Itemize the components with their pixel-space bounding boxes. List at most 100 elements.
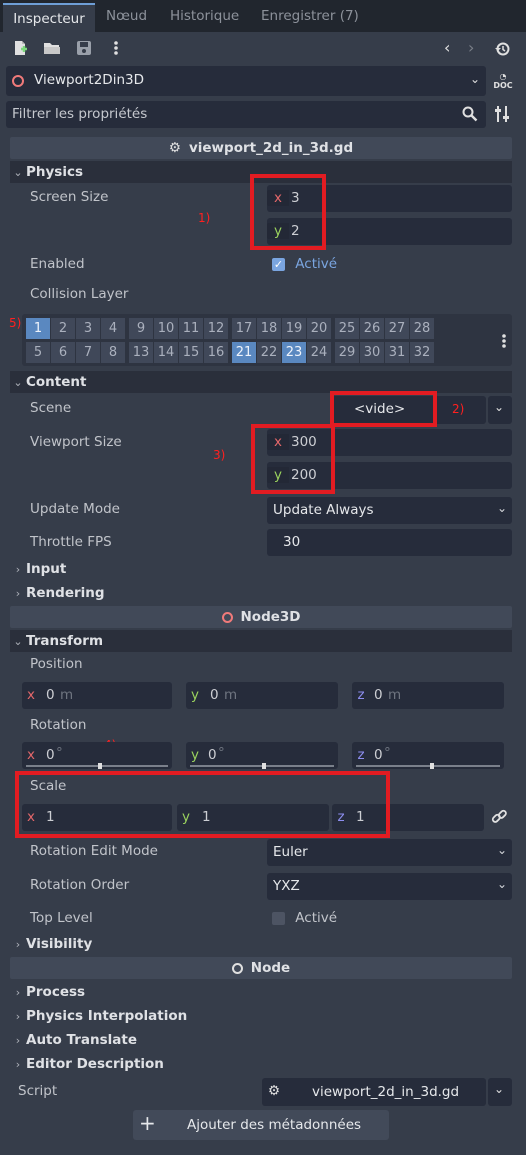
layer-cell-15[interactable]: 15: [179, 342, 203, 363]
layer-cell-2[interactable]: 2: [51, 318, 75, 339]
top-level-checkbox[interactable]: Activé: [272, 910, 337, 926]
history-forward-icon[interactable]: ›: [468, 38, 474, 57]
layer-cell-22[interactable]: 22: [257, 342, 281, 363]
collision-layer-label: Collision Layer: [30, 286, 129, 302]
slider-grabber[interactable]: [98, 763, 102, 769]
position-x-unit: m: [60, 687, 74, 703]
open-docs-icon[interactable]: ◔ DOC: [493, 72, 513, 92]
layer-cell-4[interactable]: 4: [101, 318, 125, 339]
enabled-checkbox[interactable]: ✓ Activé: [272, 256, 337, 272]
layer-cell-26[interactable]: 26: [360, 318, 384, 339]
layer-cell-31[interactable]: 31: [385, 342, 409, 363]
position-y-field[interactable]: y 0 m: [186, 682, 338, 709]
script-section-header: ⚙ viewport_2d_in_3d.gd: [10, 137, 512, 159]
filter-properties-input[interactable]: Filtrer les propriétés: [6, 101, 486, 128]
layer-cell-27[interactable]: 27: [385, 318, 409, 339]
layer-cell-13[interactable]: 13: [129, 342, 153, 363]
rotation-order-select[interactable]: YXZ ⌄: [267, 873, 512, 900]
open-folder-icon[interactable]: [43, 40, 61, 56]
annotation-1: 1): [198, 211, 211, 225]
rotation-label: Rotation: [30, 717, 87, 733]
throttle-fps-field[interactable]: 30: [267, 529, 512, 556]
position-z-value: 0: [374, 687, 383, 703]
rotation-z-slider[interactable]: [356, 763, 500, 769]
group-visibility[interactable]: › Visibility: [10, 933, 512, 955]
group-physics-title: Physics: [26, 164, 84, 180]
slider-grabber[interactable]: [430, 763, 434, 769]
group-editor-description[interactable]: › Editor Description: [10, 1053, 512, 1075]
script-label: Script: [18, 1083, 58, 1099]
highlight-box-1: [250, 174, 326, 250]
history-back-icon[interactable]: ‹: [444, 38, 450, 57]
tab-inspector[interactable]: Inspecteur: [3, 3, 95, 32]
layer-cell-3[interactable]: 3: [76, 318, 100, 339]
add-metadata-button[interactable]: + Ajouter des métadonnées: [133, 1110, 389, 1140]
layer-cell-5[interactable]: 5: [26, 342, 50, 363]
layer-cell-23[interactable]: 23: [282, 342, 306, 363]
update-mode-select[interactable]: Update Always ⌄: [267, 497, 512, 524]
layer-cell-30[interactable]: 30: [360, 342, 384, 363]
rotation-edit-mode-select[interactable]: Euler ⌄: [267, 839, 512, 866]
rotation-x-field[interactable]: x 0 °: [22, 742, 172, 769]
script-header-title: viewport_2d_in_3d.gd: [188, 140, 354, 156]
layer-cell-21[interactable]: 21: [232, 342, 256, 363]
save-icon[interactable]: [76, 40, 92, 56]
new-resource-icon[interactable]: [12, 40, 28, 56]
script-field[interactable]: ⚙ viewport_2d_in_3d.gd: [262, 1078, 486, 1106]
chevron-down-icon: ⌄: [496, 877, 508, 891]
layer-cell-32[interactable]: 32: [410, 342, 434, 363]
more-menu-icon[interactable]: [500, 333, 508, 349]
layer-cell-16[interactable]: 16: [204, 342, 228, 363]
layer-cell-12[interactable]: 12: [204, 318, 228, 339]
layer-cell-6[interactable]: 6: [51, 342, 75, 363]
enabled-value: Activé: [295, 256, 338, 272]
rotation-z-field[interactable]: z 0 °: [352, 742, 504, 769]
object-history-icon[interactable]: [495, 41, 511, 57]
plus-icon: +: [139, 1111, 156, 1135]
node-selector[interactable]: Viewport2Din3D ⌄: [6, 66, 486, 96]
rotation-x-slider[interactable]: [26, 763, 168, 769]
rotation-edit-mode-value: Euler: [273, 844, 308, 860]
layer-cell-20[interactable]: 20: [307, 318, 331, 339]
layer-cell-7[interactable]: 7: [76, 342, 100, 363]
position-x-field[interactable]: x 0 m: [22, 682, 172, 709]
group-editor-description-title: Editor Description: [26, 1056, 164, 1072]
slider-grabber[interactable]: [262, 763, 266, 769]
node-selector-label: Viewport2Din3D: [34, 72, 144, 88]
layer-cell-19[interactable]: 19: [282, 318, 306, 339]
tools-icon[interactable]: [494, 105, 512, 123]
group-process[interactable]: › Process: [10, 981, 512, 1003]
layer-cell-1[interactable]: 1: [26, 318, 50, 339]
layer-cell-10[interactable]: 10: [154, 318, 178, 339]
script-value: viewport_2d_in_3d.gd: [312, 1084, 460, 1100]
chevron-right-icon: ›: [15, 562, 21, 576]
group-transform[interactable]: ⌄ Transform: [10, 630, 512, 652]
tab-save[interactable]: Enregistrer (7): [261, 8, 359, 24]
group-input[interactable]: › Input: [10, 558, 512, 580]
layer-cell-8[interactable]: 8: [101, 342, 125, 363]
more-menu-icon[interactable]: [112, 40, 120, 56]
tab-history[interactable]: Historique: [170, 8, 239, 24]
filter-placeholder: Filtrer les propriétés: [12, 106, 148, 122]
layer-cell-24[interactable]: 24: [307, 342, 331, 363]
position-z-field[interactable]: z 0 m: [352, 682, 504, 709]
layer-cell-18[interactable]: 18: [257, 318, 281, 339]
layer-cell-25[interactable]: 25: [335, 318, 359, 339]
layer-cell-11[interactable]: 11: [179, 318, 203, 339]
group-auto-translate[interactable]: › Auto Translate: [10, 1029, 512, 1051]
rotation-x-unit: °: [56, 745, 63, 761]
layer-cell-9[interactable]: 9: [129, 318, 153, 339]
group-rendering[interactable]: › Rendering: [10, 582, 512, 604]
script-dropdown-button[interactable]: ⌄: [488, 1078, 512, 1106]
layer-cell-17[interactable]: 17: [232, 318, 256, 339]
rotation-y-slider[interactable]: [190, 763, 334, 769]
scene-dropdown-button[interactable]: ⌄: [488, 396, 512, 424]
group-content[interactable]: ⌄ Content: [10, 371, 512, 393]
rotation-y-field[interactable]: y 0 °: [186, 742, 338, 769]
link-scale-icon[interactable]: [491, 809, 507, 825]
layer-cell-29[interactable]: 29: [335, 342, 359, 363]
tab-node[interactable]: Nœud: [106, 8, 147, 24]
layer-cell-14[interactable]: 14: [154, 342, 178, 363]
layer-cell-28[interactable]: 28: [410, 318, 434, 339]
group-physics-interpolation[interactable]: › Physics Interpolation: [10, 1005, 512, 1027]
